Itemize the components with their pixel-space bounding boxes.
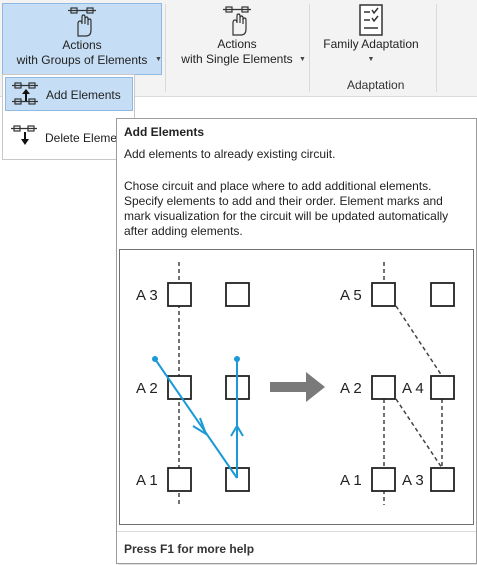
element-box [167,282,192,307]
label-right-a4: A 4 [402,380,424,397]
add-elements-icon [12,82,38,105]
element-box [430,375,455,400]
family-adaptation-label: Family Adaptation [323,37,419,51]
actions-single-label-2: with Single Elements [181,52,293,66]
element-box [371,375,396,400]
label-right-a3: A 3 [402,472,424,489]
label-right-a2: A 2 [340,380,362,397]
delete-elements-item[interactable]: Delete Elemen [5,121,133,155]
add-elements-item[interactable]: Add Elements [5,77,133,111]
diagram-svg: A 3 A 2 A 1 A 5 A 2 A 4 A 1 A 3 [136,262,455,505]
chevron-down-icon: ▼ [367,56,375,63]
divider [165,4,166,92]
element-box [225,282,250,307]
chevron-down-icon: ▼ [299,56,306,63]
hand-elements-icon [68,7,96,37]
tooltip-footer: Press F1 for more help [124,542,255,556]
chevron-down-icon: ▼ [155,56,162,63]
element-box [371,282,396,307]
label-left-a2: A 2 [136,380,158,397]
label-right-a1: A 1 [340,472,362,489]
actions-single-label-1: Actions [217,37,257,51]
element-box [430,282,455,307]
element-box [167,467,192,492]
actions-groups-button[interactable]: Actions with Groups of Elements [2,3,162,75]
element-box [430,467,455,492]
element-box [371,467,396,492]
actions-groups-label-1: Actions [62,38,102,52]
hand-element-icon [223,6,251,36]
actions-groups-label-2: with Groups of Elements [3,53,161,68]
tooltip: Add Elements Add elements to already exi… [116,118,477,564]
actions-groups-label-2-text: with Groups of Elements [16,53,148,67]
label-right-a5: A 5 [340,287,362,304]
add-elements-label: Add Elements [46,88,121,102]
delete-elements-label: Delete Elemen [45,131,124,145]
arrow-right-icon [270,372,325,402]
tooltip-title: Add Elements [124,125,205,139]
family-adaptation-button[interactable]: Family Adaptation ▼ [312,3,430,75]
label-left-a3: A 3 [136,287,158,304]
delete-elements-icon [11,125,37,145]
divider [436,4,437,92]
group-label: Adaptation [347,78,405,92]
tooltip-description: Chose circuit and place where to add add… [124,179,449,238]
actions-single-button[interactable]: Actions with Single Elements [168,3,306,75]
checklist-icon [359,4,383,36]
divider [309,4,310,92]
label-left-a1: A 1 [136,472,158,489]
divider [117,531,476,532]
tooltip-subtitle: Add elements to already existing circuit… [124,147,336,161]
tooltip-diagram: A 3 A 2 A 1 A 5 A 2 A 4 A 1 A 3 [119,249,474,525]
